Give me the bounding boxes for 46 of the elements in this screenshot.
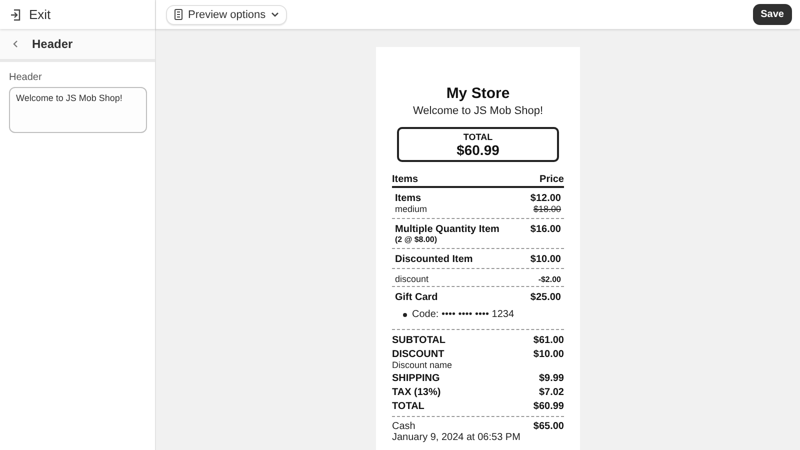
back-button[interactable] — [13, 40, 18, 48]
discount-amount: -$2.00 — [538, 275, 561, 284]
gift-card-code: Code: •••• •••• •••• 1234 — [412, 309, 514, 320]
header-input-field[interactable]: Welcome to JS Mob Shop! — [9, 87, 147, 133]
total-line-amount: $10.00 — [533, 349, 564, 360]
discount-name: Discount name — [392, 360, 454, 370]
total-amount: $60.99 — [456, 142, 500, 158]
receipt-header: Welcome to JS Mob Shop! — [412, 105, 544, 117]
chevron-left-icon — [13, 40, 18, 48]
original-price: $18.00 — [533, 204, 561, 214]
exit-button[interactable]: Exit — [8, 5, 53, 24]
total-line-amount: $9.99 — [538, 373, 564, 384]
exit-icon — [10, 8, 21, 20]
total-line-amount: $61.00 — [533, 335, 564, 346]
item-name: Items — [395, 193, 422, 204]
preview-options-button[interactable]: Preview options — [166, 4, 287, 24]
total-line-label: SHIPPING — [392, 373, 440, 384]
panel-title: Header — [32, 37, 73, 51]
item-price: $25.00 — [530, 292, 561, 303]
total-label: TOTAL — [463, 132, 493, 142]
payment-date: January 9, 2024 at 06:53 PM — [392, 432, 522, 443]
payment-amount: $65.00 — [533, 421, 564, 432]
item-quantity: (2 @ $8.00) — [395, 235, 438, 244]
chevron-down-icon — [270, 12, 279, 17]
total-line-label: TOTAL — [392, 401, 424, 412]
item-price: $12.00 — [530, 193, 561, 204]
total-line-label: DISCOUNT — [392, 349, 444, 360]
store-name: My Store — [445, 85, 511, 102]
item-price: $10.00 — [530, 254, 561, 265]
column-header: Price — [540, 174, 564, 185]
total-line-label: SUBTOTAL — [392, 335, 446, 346]
total-line-amount: $60.99 — [533, 401, 564, 412]
total-line-label: TAX (13%) — [392, 387, 441, 398]
column-header: Items — [392, 174, 418, 185]
save-button[interactable]: Save — [752, 4, 792, 25]
item-name: Multiple Quantity Item — [395, 224, 500, 235]
item-variant: medium — [395, 204, 428, 214]
field-label: Header — [9, 72, 43, 83]
discount-label: discount — [395, 274, 429, 284]
item-name: Discounted Item — [395, 254, 473, 265]
total-line-amount: $7.02 — [538, 387, 564, 398]
item-name: Gift Card — [395, 292, 438, 303]
payment-method: Cash — [392, 421, 416, 432]
bullet-icon — [403, 312, 407, 316]
receipt-icon — [174, 9, 183, 20]
item-price: $16.00 — [530, 224, 561, 235]
